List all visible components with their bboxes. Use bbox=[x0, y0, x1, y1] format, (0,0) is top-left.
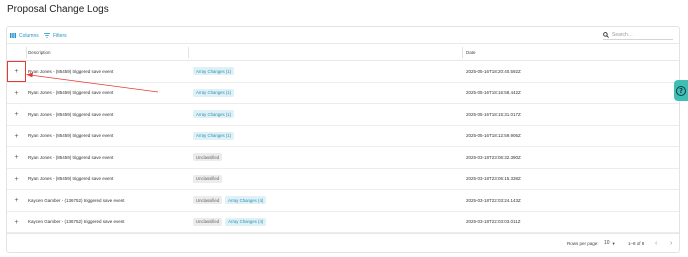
expand-row-button[interactable]: + bbox=[11, 217, 22, 228]
table-row: + Kaycen Gamber - (136752) triggered sav… bbox=[7, 212, 679, 233]
expand-row-button[interactable]: + bbox=[11, 109, 22, 120]
row-description: Ryan Jones - (85459) triggered save even… bbox=[28, 111, 114, 117]
row-tags: Array Changes (1) bbox=[193, 126, 235, 147]
row-date: 2025-05-16T18:15:31.017Z bbox=[466, 111, 521, 117]
array-changes-chip: Array Changes (1) bbox=[193, 67, 235, 76]
row-date: 2025-05-16T18:16:58.442Z bbox=[466, 90, 521, 96]
row-date: 2025-03-18T22:03:03.011Z bbox=[466, 219, 521, 225]
plus-icon: + bbox=[14, 197, 19, 204]
pagination-footer: Rows per page: 10 ▼ 1–8 of 8 ‹ › bbox=[7, 233, 679, 252]
filters-label: Filters bbox=[53, 32, 67, 39]
table-row: + Ryan Jones - (85459) triggered save ev… bbox=[7, 126, 679, 147]
row-date: 2025-03-18T23:06:15.338Z bbox=[466, 176, 521, 182]
unclassified-chip: Unclassified bbox=[193, 153, 223, 162]
column-separator bbox=[188, 47, 189, 58]
row-date: 2025-03-18T22:03:24.143Z bbox=[466, 197, 521, 203]
unclassified-chip: Unclassified bbox=[193, 196, 223, 205]
row-description: Ryan Jones - (85459) triggered save even… bbox=[28, 176, 114, 182]
plus-icon: + bbox=[14, 218, 19, 226]
chevron-right-icon: › bbox=[670, 239, 673, 247]
row-tags: Array Changes (1) bbox=[193, 83, 235, 104]
rows-per-page-label: Rows per page: bbox=[567, 240, 599, 246]
row-tags: Array Changes (1) bbox=[193, 104, 235, 125]
change-log-grid: Columns Filters Description Date + bbox=[6, 26, 680, 253]
array-changes-chip: Array Changes (1) bbox=[193, 110, 235, 119]
row-tags: Unclassified Array Changes (4) bbox=[193, 190, 267, 211]
table-row: + Ryan Jones - (85459) triggered save ev… bbox=[7, 147, 679, 169]
row-description: Ryan Jones - (85459) triggered save even… bbox=[28, 68, 114, 74]
table-row: + Ryan Jones - (85459) triggered save ev… bbox=[7, 83, 679, 104]
rows-per-page-value: 10 bbox=[604, 240, 610, 246]
expand-row-button[interactable]: + bbox=[11, 88, 22, 99]
grid-toolbar: Columns Filters bbox=[7, 27, 679, 43]
row-tags: Unclassified bbox=[193, 169, 223, 190]
row-tags: Unclassified Array Changes (4) bbox=[193, 212, 267, 233]
help-icon: ? bbox=[676, 85, 686, 96]
row-tags: Unclassified bbox=[193, 147, 223, 168]
chevron-left-icon: ‹ bbox=[655, 239, 658, 247]
row-description: Ryan Jones - (85459) triggered save even… bbox=[28, 154, 114, 160]
search-input[interactable] bbox=[612, 31, 670, 38]
plus-icon: + bbox=[14, 89, 19, 97]
column-header-date[interactable]: Date bbox=[466, 44, 476, 60]
row-tags: Array Changes (1) bbox=[193, 61, 235, 82]
columns-label: Columns bbox=[19, 32, 39, 39]
plus-icon: + bbox=[14, 154, 19, 161]
row-description: Ryan Jones - (85459) triggered save even… bbox=[28, 90, 114, 96]
unclassified-chip: Unclassified bbox=[193, 217, 223, 226]
page-title: Proposal Change Logs bbox=[7, 4, 109, 15]
pagination-range: 1–8 of 8 bbox=[628, 240, 645, 246]
expand-row-button[interactable]: + bbox=[11, 174, 22, 185]
caret-down-icon: ▼ bbox=[611, 240, 616, 246]
help-button[interactable]: ? bbox=[674, 80, 688, 101]
columns-icon bbox=[10, 33, 16, 38]
next-page-button[interactable]: › bbox=[670, 234, 672, 252]
table-row: + Ryan Jones - (85459) triggered save ev… bbox=[7, 61, 679, 83]
row-description: Kaycen Gamber - (136752) triggered save … bbox=[28, 219, 125, 225]
expand-row-button[interactable]: + bbox=[11, 195, 22, 206]
array-changes-chip: Array Changes (4) bbox=[225, 196, 267, 205]
plus-icon: + bbox=[14, 175, 19, 183]
search-box bbox=[603, 30, 673, 40]
table-row: + Ryan Jones - (85459) triggered save ev… bbox=[7, 169, 679, 190]
plus-icon: + bbox=[14, 132, 19, 140]
expand-row-button[interactable]: + bbox=[11, 152, 22, 163]
search-icon bbox=[603, 31, 609, 38]
plus-icon: + bbox=[14, 68, 19, 75]
expand-row-button[interactable]: + bbox=[11, 131, 22, 142]
array-changes-chip: Array Changes (1) bbox=[193, 131, 235, 140]
unclassified-chip: Unclassified bbox=[193, 174, 223, 183]
filters-button[interactable]: Filters bbox=[44, 31, 67, 40]
row-date: 2025-05-16T18:20:40.592Z bbox=[466, 68, 521, 74]
previous-page-button[interactable]: ‹ bbox=[655, 234, 657, 252]
columns-button[interactable]: Columns bbox=[10, 31, 39, 40]
row-date: 2025-05-16T18:12:59.906Z bbox=[466, 133, 521, 139]
plus-icon: + bbox=[14, 111, 19, 118]
array-changes-chip: Array Changes (4) bbox=[225, 217, 267, 226]
table-row: + Ryan Jones - (85459) triggered save ev… bbox=[7, 104, 679, 126]
table-row: + Kaycen Gamber - (136752) triggered sav… bbox=[7, 190, 679, 212]
column-separator bbox=[26, 47, 27, 58]
row-description: Ryan Jones - (85459) triggered save even… bbox=[28, 133, 114, 139]
array-changes-chip: Array Changes (1) bbox=[193, 88, 235, 97]
column-separator bbox=[462, 47, 463, 58]
column-header-description[interactable]: Description bbox=[28, 44, 51, 60]
rows-per-page-select[interactable]: 10 ▼ bbox=[604, 234, 616, 252]
table-header: Description Date bbox=[7, 43, 679, 61]
row-date: 2025-03-18T23:06:32.390Z bbox=[466, 154, 521, 160]
expand-row-button[interactable]: + bbox=[7, 61, 26, 82]
filter-icon bbox=[44, 33, 50, 38]
row-description: Kaycen Gamber - (136752) triggered save … bbox=[28, 197, 125, 203]
